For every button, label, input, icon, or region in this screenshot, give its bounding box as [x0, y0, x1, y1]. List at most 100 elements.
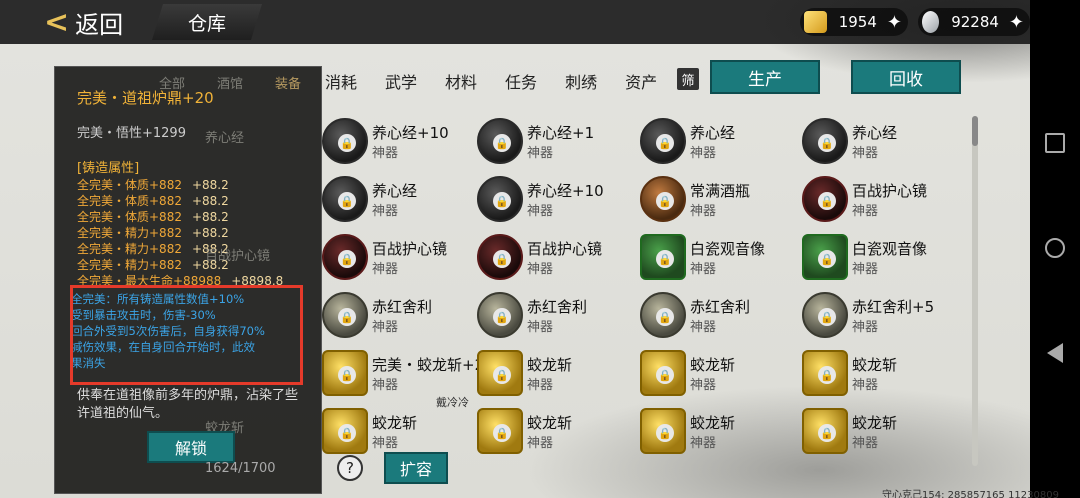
- item-icon: 🔒: [477, 408, 523, 454]
- inventory-item[interactable]: 🔒 蛟龙斩 神器: [802, 350, 952, 400]
- item-grid: 🔒 养心经+10 神器 🔒 养心经+1 神器 🔒 养心经 神器 🔒 养心经 神器 🔒 养心经 神器 🔒 养心经+…: [322, 104, 972, 462]
- lock-icon: 🔒: [493, 308, 511, 326]
- item-grade: 神器: [372, 146, 399, 161]
- attribute-line: 全完美・体质+882 +88.2: [77, 209, 321, 225]
- item-grade: 神器: [527, 320, 554, 335]
- attribute-name: 全完美・体质+882: [77, 178, 182, 192]
- home-icon[interactable]: [1045, 238, 1065, 258]
- inventory-item[interactable]: 🔒 白瓷观音像 神器: [802, 234, 952, 284]
- inventory-item[interactable]: 🔒 赤红舍利 神器: [477, 292, 627, 342]
- lock-icon: 🔒: [656, 308, 674, 326]
- attribute-name: 全完美・精力+882: [77, 258, 182, 272]
- gold-ingot-icon: [804, 11, 827, 33]
- item-name: 养心经: [852, 124, 898, 142]
- back-button[interactable]: < 返回: [44, 4, 140, 40]
- tooltip-subtitle: 完美・悟性+1299: [77, 126, 186, 141]
- item-name: 常满酒瓶: [690, 182, 751, 200]
- inventory-item[interactable]: 🔒 赤红舍利+5 神器: [802, 292, 952, 342]
- inventory-item[interactable]: 🔒 百战护心镜 神器: [802, 176, 952, 226]
- gold-currency: 1954 ✦: [800, 8, 908, 36]
- item-icon: 🔒: [802, 292, 848, 338]
- item-icon: 🔒: [477, 292, 523, 338]
- attribute-bonus: +88.2: [191, 194, 229, 208]
- item-grade: 神器: [690, 436, 717, 451]
- inventory-item[interactable]: 🔒 赤红舍利 神器: [322, 292, 472, 342]
- ghost-item-name-1: 养心经: [205, 131, 245, 146]
- android-nav-bar: [1030, 0, 1080, 498]
- inventory-item[interactable]: 🔒 养心经+1 神器: [477, 118, 627, 168]
- inventory-item[interactable]: 🔒 养心经+10 神器: [477, 176, 627, 226]
- recycle-button[interactable]: 回收: [851, 60, 961, 94]
- highlight-box: [70, 285, 303, 385]
- produce-button[interactable]: 生产: [710, 60, 820, 94]
- item-grade: 神器: [852, 146, 879, 161]
- inventory-item[interactable]: 🔒 养心经+10 神器: [322, 118, 472, 168]
- inventory-item[interactable]: 🔒 百战护心镜 神器: [477, 234, 627, 284]
- add-silver-icon[interactable]: ✦: [1009, 12, 1024, 33]
- recent-apps-icon[interactable]: [1045, 133, 1065, 153]
- help-button[interactable]: ?: [337, 455, 363, 481]
- attribute-bonus: +88.2: [191, 178, 229, 192]
- ghost-tab-equipment: 装备: [275, 77, 302, 92]
- item-name: 完美・蛟龙斩+20: [372, 356, 494, 374]
- inventory-item[interactable]: 🔒 蛟龙斩 神器: [640, 350, 790, 400]
- lock-icon: 🔒: [818, 424, 836, 442]
- inventory-item[interactable]: 🔒 蛟龙斩 神器: [477, 350, 627, 400]
- inventory-item[interactable]: 🔒 养心经 神器: [640, 118, 790, 168]
- capacity-counter: 1624/1700: [205, 461, 276, 476]
- attribute-name: 全完美・体质+882: [77, 194, 182, 208]
- unlock-button[interactable]: 解锁: [147, 431, 235, 463]
- watermark-text: 守心克己154: 285857165 11230809: [882, 490, 1059, 498]
- item-icon: 🔒: [477, 234, 523, 280]
- attribute-name: 全完美・精力+882: [77, 242, 182, 256]
- lock-icon: 🔒: [493, 250, 511, 268]
- item-icon: 🔒: [322, 350, 368, 396]
- item-icon: 🔒: [802, 176, 848, 222]
- inventory-item[interactable]: 🔒 完美・蛟龙斩+20 神器: [322, 350, 494, 400]
- lock-icon: 🔒: [818, 134, 836, 152]
- inventory-item[interactable]: 🔒 蛟龙斩 神器: [322, 408, 472, 458]
- inventory-item[interactable]: 🔒 白瓷观音像 神器: [640, 234, 790, 284]
- lock-icon: 🔒: [338, 250, 356, 268]
- top-bar: < 返回 仓库 1954 ✦ 92284 ✦: [0, 0, 1030, 44]
- lock-icon: 🔒: [493, 134, 511, 152]
- add-gold-icon[interactable]: ✦: [887, 12, 902, 33]
- inventory-item[interactable]: 🔒 赤红舍利神器: [640, 292, 790, 342]
- inventory-item[interactable]: 🔒 百战护心镜 神器: [322, 234, 472, 284]
- tab-embroidery[interactable]: 刺绣: [565, 69, 597, 93]
- lock-icon: 🔒: [338, 366, 356, 384]
- item-name: 养心经: [690, 124, 736, 142]
- inventory-item[interactable]: 🔒 蛟龙斩 神器: [477, 408, 627, 458]
- lock-icon: 🔒: [656, 424, 674, 442]
- item-tooltip: 全部 酒馆 装备 完美・道祖炉鼎+20 完美・悟性+1299 [铸造属性] 全完…: [54, 66, 322, 494]
- tab-quest[interactable]: 任务: [505, 69, 537, 93]
- item-name: 百战护心镜: [372, 240, 448, 258]
- item-grade: 神器: [690, 320, 717, 335]
- inventory-item[interactable]: 🔒 养心经 神器: [322, 176, 472, 226]
- scrollbar-thumb[interactable]: [972, 116, 978, 146]
- grid-scrollbar[interactable]: [972, 116, 978, 466]
- category-tabs: 消耗 武学 材料 任务 刺绣 资产: [325, 67, 685, 95]
- tab-assets[interactable]: 资产: [625, 69, 657, 93]
- item-grade: 神器: [852, 378, 879, 393]
- attribute-bonus: +88.2: [191, 226, 229, 240]
- tooltip-section-heading: [铸造属性]: [77, 161, 140, 176]
- ghost-tab-tavern: 酒馆: [217, 77, 244, 92]
- expand-button[interactable]: 扩容: [384, 452, 448, 484]
- nav-back-icon[interactable]: [1047, 343, 1063, 363]
- item-name: 赤红舍利: [690, 298, 751, 316]
- inventory-item[interactable]: 🔒 蛟龙斩 神器: [640, 408, 790, 458]
- inventory-item[interactable]: 🔒 蛟龙斩 神器: [802, 408, 952, 458]
- item-name: 蛟龙斩: [852, 414, 898, 432]
- tab-materials[interactable]: 材料: [445, 69, 477, 93]
- inventory-item[interactable]: 🔒 常满酒瓶 神器: [640, 176, 790, 226]
- tab-consumable[interactable]: 消耗: [325, 69, 357, 93]
- tab-martial-arts[interactable]: 武学: [385, 69, 417, 93]
- item-grade: 神器: [690, 204, 717, 219]
- inventory-item[interactable]: 🔒 养心经神器: [802, 118, 952, 168]
- attribute-name: 全完美・精力+882: [77, 226, 182, 240]
- item-name: 蛟龙斩: [372, 414, 418, 432]
- filter-button[interactable]: 筛: [677, 68, 699, 90]
- item-icon: 🔒: [322, 234, 368, 280]
- item-icon: 🔒: [640, 350, 686, 396]
